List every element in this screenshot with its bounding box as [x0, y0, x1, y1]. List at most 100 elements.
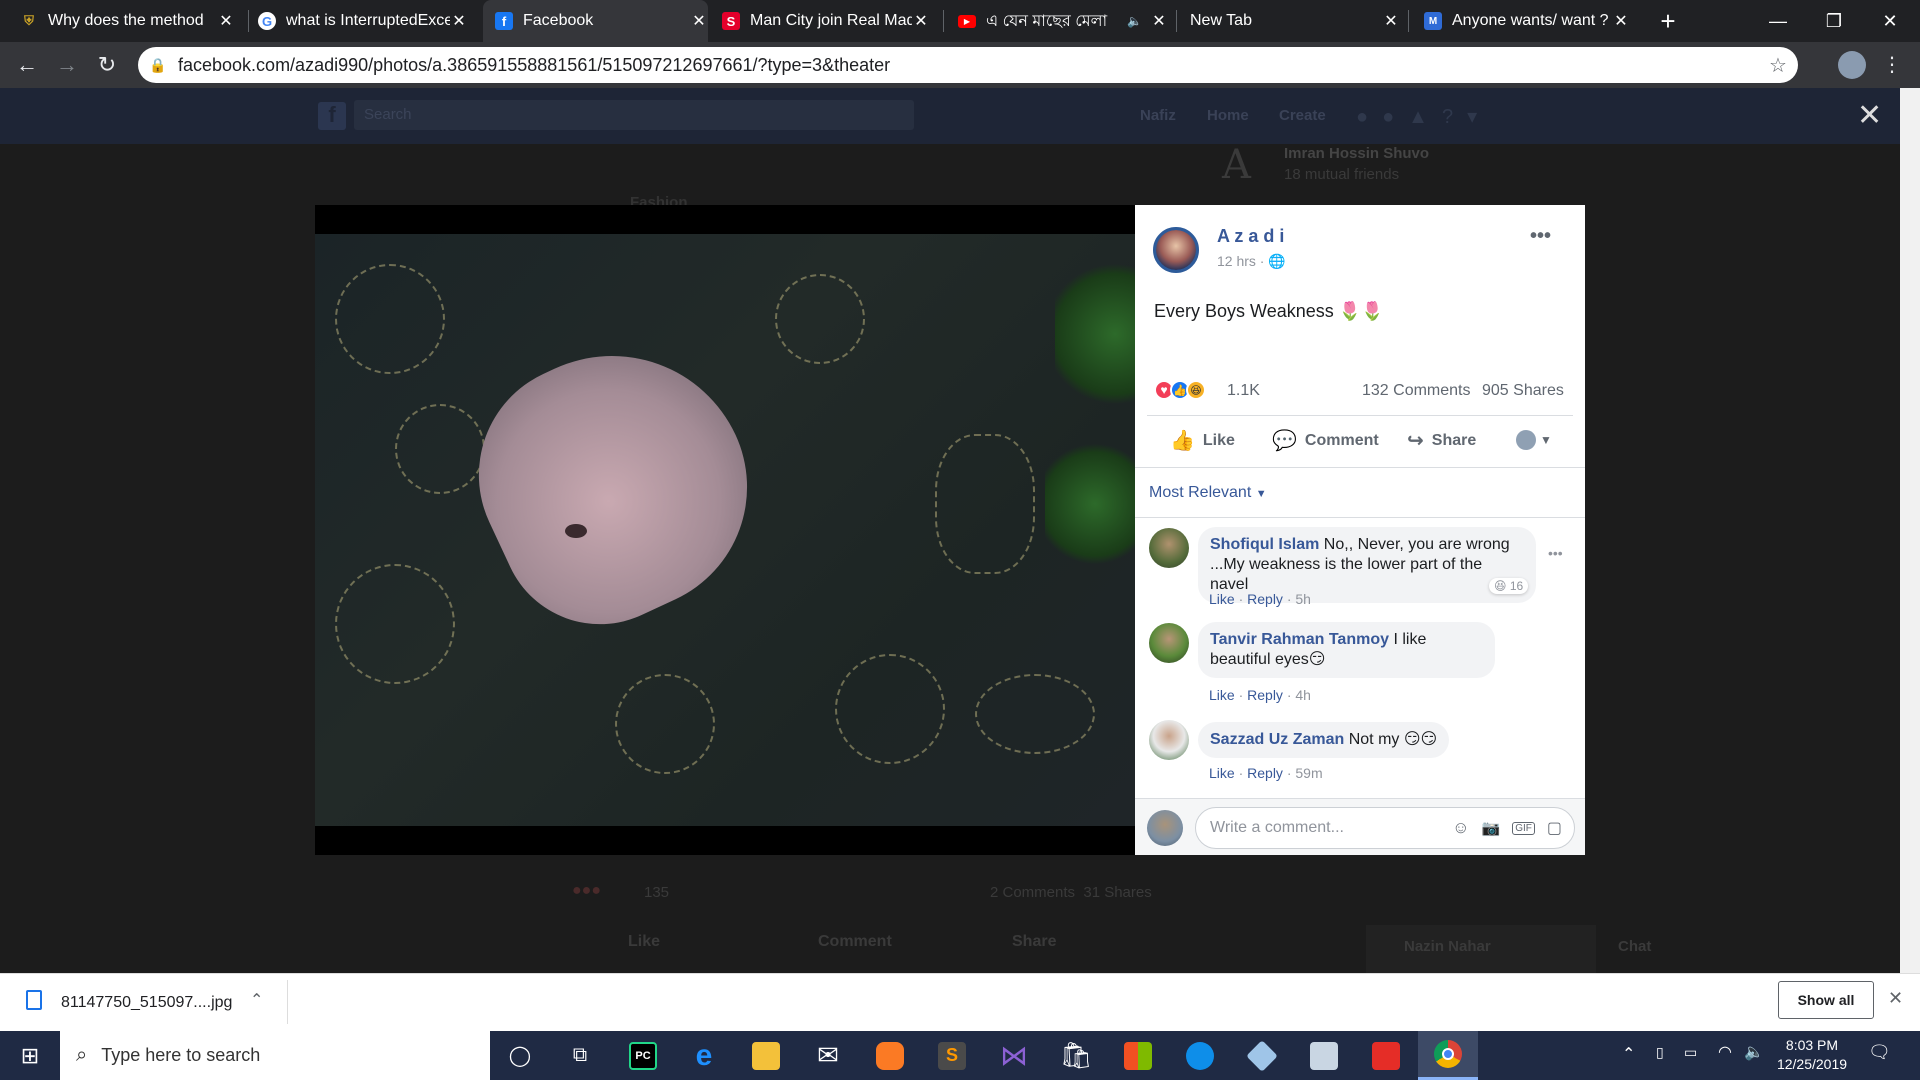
- close-window-button[interactable]: ✕: [1862, 0, 1918, 42]
- back-icon[interactable]: ←: [12, 50, 42, 80]
- reaction-icons[interactable]: ♥ 👍 😆: [1154, 380, 1206, 400]
- gif-icon[interactable]: GIF: [1512, 821, 1535, 835]
- comment-reaction-badge[interactable]: 😆 16: [1489, 578, 1529, 594]
- cloud-app-icon[interactable]: [1294, 1031, 1354, 1080]
- tab-5[interactable]: ▶ এ যেন মাছের মেলা 🔈 ✕: [958, 0, 1168, 42]
- camera-icon[interactable]: 📷: [1482, 819, 1501, 837]
- tab-1[interactable]: ⛨ Why does the method ✕: [20, 0, 235, 42]
- chevron-up-icon[interactable]: ⌃: [250, 990, 263, 1010]
- mail-icon[interactable]: ✉: [798, 1031, 858, 1080]
- profile-logo-dimmed: A: [1222, 142, 1251, 188]
- tab-3-active[interactable]: f Facebook ✕: [483, 0, 708, 42]
- file-explorer-icon[interactable]: [736, 1031, 796, 1080]
- tab-separator: [943, 10, 944, 32]
- bg-reactions-icon: ●●●: [572, 882, 601, 899]
- author-avatar[interactable]: [1153, 227, 1199, 273]
- tab-6[interactable]: New Tab ✕: [1190, 0, 1400, 42]
- volume-icon[interactable]: 🔈: [1744, 1042, 1764, 1062]
- url-text[interactable]: facebook.com/azadi990/photos/a.386591558…: [178, 55, 1758, 76]
- office-icon[interactable]: [1108, 1031, 1168, 1080]
- windows-start-icon[interactable]: ⊞: [0, 1031, 60, 1080]
- commenter-name[interactable]: Tanvir Rahman Tanmoy: [1210, 631, 1389, 648]
- close-icon[interactable]: ✕: [690, 11, 708, 31]
- avatar[interactable]: [1149, 720, 1189, 760]
- visual-studio-icon[interactable]: ⋈: [984, 1031, 1044, 1080]
- acrobat-icon[interactable]: [1356, 1031, 1416, 1080]
- sticker-icon[interactable]: ▢: [1547, 818, 1562, 838]
- avatar[interactable]: [1149, 528, 1189, 568]
- commenter-name[interactable]: Sazzad Uz Zaman: [1210, 731, 1344, 748]
- share-button[interactable]: ↪ Share: [1407, 428, 1476, 453]
- divider: [287, 980, 288, 1024]
- edge-icon[interactable]: e: [674, 1031, 734, 1080]
- page-scrollbar[interactable]: [1900, 88, 1920, 973]
- comment-meta: Like · Reply · 59m: [1209, 765, 1323, 781]
- forward-icon[interactable]: →: [52, 50, 82, 80]
- pycharm-icon[interactable]: PC: [613, 1031, 673, 1080]
- close-icon[interactable]: ✕: [1612, 11, 1630, 31]
- action-center-icon[interactable]: 🗨: [1868, 1042, 1891, 1063]
- download-item-filename[interactable]: 81147750_515097....jpg: [61, 994, 232, 1012]
- post-author-name[interactable]: A z a d i: [1217, 226, 1284, 247]
- close-icon[interactable]: ✕: [217, 11, 235, 31]
- shield-icon: ⛨: [24, 13, 34, 28]
- tab-2[interactable]: G what is InterruptedExce ✕: [258, 0, 468, 42]
- bookmark-star-icon[interactable]: ☆: [1758, 53, 1798, 78]
- address-bar[interactable]: 🔒 facebook.com/azadi990/photos/a.3865915…: [138, 47, 1798, 83]
- virtualbox-icon[interactable]: [1232, 1031, 1292, 1080]
- show-all-button[interactable]: Show all: [1778, 981, 1874, 1019]
- comment-button[interactable]: 💬 Comment: [1272, 428, 1379, 453]
- battery-icon[interactable]: ▭: [1684, 1044, 1697, 1061]
- share-count[interactable]: 905 Shares: [1482, 382, 1564, 400]
- teamviewer-icon[interactable]: [1170, 1031, 1230, 1080]
- close-icon[interactable]: ✕: [1150, 11, 1168, 31]
- suggested-profile-name: Imran Hossin Shuvo: [1284, 145, 1430, 162]
- comment-input[interactable]: Write a comment... ☺ 📷 GIF ▢: [1195, 807, 1575, 849]
- task-view-icon[interactable]: ⧉: [550, 1031, 610, 1080]
- like-button[interactable]: 👍 Like: [1170, 428, 1235, 453]
- profile-avatar[interactable]: [1838, 51, 1866, 79]
- tab-4[interactable]: S Man City join Real Mad ✕: [722, 0, 930, 42]
- new-tab-button[interactable]: +: [1640, 0, 1696, 42]
- speaker-muted-icon[interactable]: 🔈: [1127, 14, 1142, 28]
- minimize-button[interactable]: —: [1750, 0, 1806, 42]
- nav-create: Create: [1279, 107, 1326, 124]
- more-options-icon[interactable]: •••: [1530, 225, 1551, 248]
- close-icon[interactable]: ✕: [912, 11, 930, 31]
- tab-7[interactable]: M Anyone wants/ want ? ✕: [1424, 0, 1630, 42]
- commenter-name[interactable]: Shofiqul Islam: [1210, 536, 1319, 553]
- image-file-icon: [26, 990, 42, 1010]
- reaction-count[interactable]: 1.1K: [1227, 382, 1260, 400]
- tray-app-icon[interactable]: ▯: [1656, 1044, 1664, 1061]
- taskbar-search-input[interactable]: ⌕ Type here to search: [60, 1031, 490, 1080]
- store-icon[interactable]: 🛍: [1046, 1031, 1106, 1080]
- photo-viewer[interactable]: [315, 205, 1135, 855]
- xampp-icon[interactable]: [860, 1031, 920, 1080]
- avatar[interactable]: [1149, 623, 1189, 663]
- sort-comments-dropdown[interactable]: Most Relevant ▼: [1149, 484, 1267, 502]
- close-theater-icon[interactable]: ✕: [1857, 98, 1882, 133]
- menu-kebab-icon[interactable]: ⋮: [1882, 52, 1902, 77]
- reload-icon[interactable]: ↻: [92, 50, 122, 80]
- close-icon[interactable]: ✕: [450, 11, 468, 31]
- facebook-navbar-dimmed: [0, 88, 1900, 144]
- clock[interactable]: 8:03 PM 12/25/2019: [1772, 1036, 1852, 1074]
- close-icon[interactable]: ✕: [1382, 11, 1400, 31]
- share-arrow-icon: ↪: [1407, 430, 1424, 452]
- avatar: [1147, 810, 1183, 846]
- chevron-up-icon[interactable]: ⌃: [1622, 1044, 1635, 1064]
- chrome-icon[interactable]: [1418, 1031, 1478, 1080]
- comment-options-icon[interactable]: •••: [1548, 545, 1563, 561]
- bg-comments-shares: 2 Comments 31 Shares: [990, 884, 1152, 901]
- bg-reaction-count: 135: [644, 884, 670, 901]
- comment-count[interactable]: 132 Comments: [1362, 382, 1471, 400]
- search-icon: ⌕: [76, 1044, 88, 1066]
- emoji-icon[interactable]: ☺: [1452, 818, 1469, 838]
- haha-icon: 😆: [1186, 380, 1206, 400]
- close-download-bar-icon[interactable]: ✕: [1888, 988, 1903, 1009]
- restore-button[interactable]: ❐: [1806, 0, 1862, 42]
- cortana-icon[interactable]: ◯: [490, 1031, 550, 1080]
- audience-selector[interactable]: ▼: [1516, 430, 1552, 450]
- sublime-icon[interactable]: S: [922, 1031, 982, 1080]
- wifi-icon[interactable]: ◠: [1718, 1042, 1732, 1062]
